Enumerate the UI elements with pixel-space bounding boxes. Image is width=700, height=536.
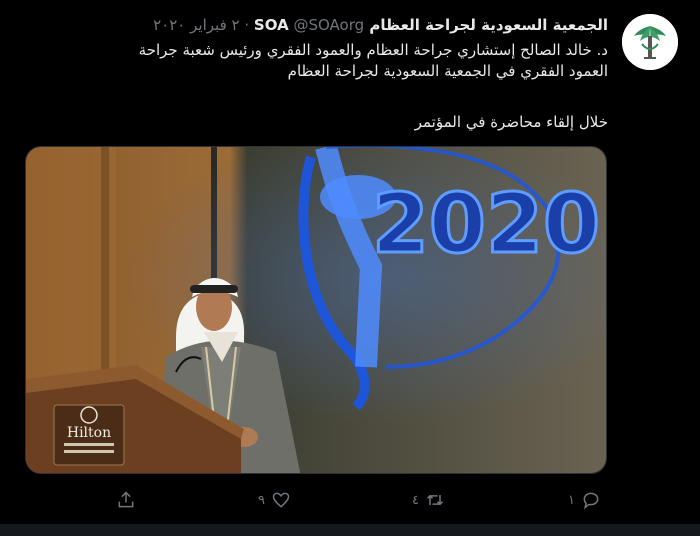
timestamp[interactable]: ٢ فبراير ٢٠٢٠ (153, 16, 239, 34)
reply-button[interactable]: ١ (562, 486, 601, 514)
tweet-text: د. خالد الصالح إستشاري جراحة العظام والع… (18, 40, 608, 133)
tweet-photo[interactable]: 2020 Hilton (25, 146, 607, 474)
tweet-actions: ٩ ٤ ١ (116, 486, 616, 514)
share-icon (118, 491, 134, 508)
retweet-button[interactable]: ٤ (406, 486, 445, 514)
handle[interactable]: @SOAorg (293, 16, 364, 34)
retweet-icon (426, 494, 444, 506)
conference-photo: 2020 Hilton (26, 147, 606, 473)
podium-brand-text: Hilton (67, 425, 111, 441)
bottom-bar (0, 524, 700, 536)
soa-logo-icon (622, 14, 678, 70)
tweet-header: الجمعية السعودية لجراحة العظام SOA @SOAo… (153, 14, 608, 36)
comment-icon (583, 492, 599, 510)
like-count: ٩ (258, 492, 265, 508)
tweet-line: العمود الفقري في الجمعية السعودية لجراحة… (287, 62, 608, 80)
share-button[interactable] (116, 486, 148, 514)
tweet-card[interactable]: الجمعية السعودية لجراحة العظام SOA @SOAo… (0, 0, 700, 536)
avatar[interactable] (622, 14, 678, 70)
tweet-line: خلال إلقاء محاضرة في المؤتمر (414, 113, 608, 131)
separator: · (244, 16, 250, 34)
heart-icon (272, 492, 290, 508)
banner-2020-text: 2020 (372, 177, 600, 272)
reply-count: ١ (568, 492, 575, 508)
like-button[interactable]: ٩ (252, 486, 291, 514)
retweet-count: ٤ (412, 492, 419, 508)
tweet-line: د. خالد الصالح إستشاري جراحة العظام والع… (138, 41, 608, 59)
